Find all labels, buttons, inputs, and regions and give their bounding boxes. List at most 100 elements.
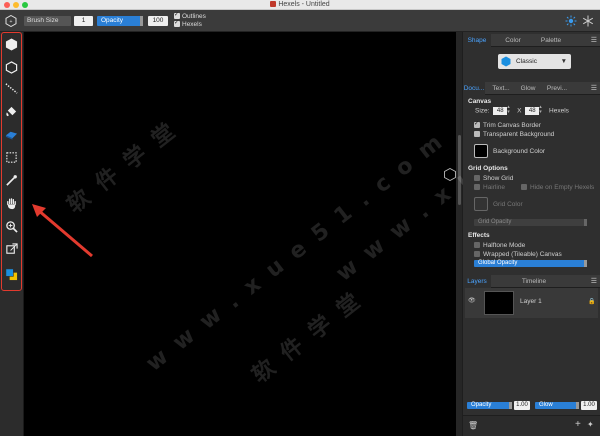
color-swatch-icon: [5, 268, 17, 280]
tab-shape[interactable]: Shape: [463, 34, 491, 47]
show-grid-check-icon[interactable]: [474, 175, 480, 181]
panel-menu-icon[interactable]: ☰: [591, 84, 597, 92]
transparent-background-checkbox[interactable]: Transparent Background: [474, 131, 554, 138]
line-tool[interactable]: [3, 80, 19, 96]
trim-canvas-border-checkbox[interactable]: Trim Canvas Border: [474, 120, 541, 129]
document-panel-tabs: Docu... Text... Glow Previ... ☰: [463, 82, 600, 95]
opacity-slider-knob[interactable]: [140, 16, 143, 26]
hide-on-empty-check-icon[interactable]: [521, 184, 527, 190]
layers-panel-tabs: Layers Timeline ☰: [463, 275, 600, 288]
grid-color-swatch[interactable]: [474, 197, 488, 211]
sparkle-icon[interactable]: ✦: [587, 420, 594, 429]
halftone-check-icon[interactable]: [474, 242, 480, 248]
hexagon-filled-icon: [5, 37, 17, 51]
right-panel: Shape Color Palette ☰ Classic ▼ Docu... …: [463, 32, 600, 436]
background-color-swatch[interactable]: [474, 144, 488, 158]
tab-document[interactable]: Docu...: [463, 82, 485, 95]
tab-text[interactable]: Text...: [490, 82, 512, 95]
tab-preview[interactable]: Previ...: [545, 82, 569, 95]
hairline-label: Hairline: [483, 184, 506, 191]
size-x-label: X: [517, 107, 522, 115]
trim-canvas-border-label: Trim Canvas Border: [483, 122, 541, 129]
layer-opacity-input[interactable]: 1.00: [514, 401, 530, 410]
svg-text:+: +: [10, 19, 13, 25]
tab-timeline[interactable]: Timeline: [518, 275, 550, 288]
layer-glow-knob[interactable]: [576, 402, 579, 409]
tab-palette[interactable]: Palette: [538, 34, 564, 47]
layer-opacity-knob[interactable]: [509, 402, 512, 409]
title-bar: Hexels - Untitled: [0, 0, 600, 10]
layer-thumbnail: [484, 291, 514, 315]
eraser-tool[interactable]: [3, 126, 19, 142]
add-layer-icon[interactable]: +: [575, 419, 581, 430]
layer-opacity-slider[interactable]: Opacity: [467, 402, 512, 409]
hairline-check-icon[interactable]: [474, 184, 480, 190]
hexagon-tool[interactable]: [3, 36, 19, 52]
grid-opacity-knob[interactable]: [584, 219, 587, 226]
shape-hexagon-icon: [501, 56, 511, 67]
hexels-checkbox[interactable]: Hexels: [174, 19, 202, 28]
transform-icon: [5, 242, 18, 254]
window-title-text: Hexels - Untitled: [278, 1, 330, 8]
zoom-tool[interactable]: [3, 218, 19, 234]
brush-hexagon-icon: +: [5, 15, 17, 27]
shape-dropdown[interactable]: Classic ▼: [498, 54, 571, 69]
layer-glow-slider[interactable]: Glow: [535, 402, 579, 409]
hand-icon: [6, 197, 16, 209]
transform-tool[interactable]: [3, 241, 19, 257]
layer-glow-label: Glow: [539, 402, 553, 408]
fill-tool[interactable]: [3, 103, 19, 119]
wrapped-check-icon[interactable]: [474, 251, 480, 257]
layer-name: Layer 1: [520, 298, 542, 305]
halftone-mode-checkbox[interactable]: Halftone Mode: [474, 242, 525, 249]
global-opacity-slider[interactable]: Global Opacity: [474, 260, 587, 267]
transparent-background-label: Transparent Background: [483, 131, 555, 138]
layer-visibility-icon[interactable]: 👁: [468, 297, 476, 304]
canvas-section-title: Canvas: [468, 98, 492, 105]
canvas-size-row: Size: 48 X 48 Hexels: [475, 104, 569, 115]
snowflake-icon[interactable]: [582, 15, 594, 27]
lock-icon[interactable]: 🔒: [588, 298, 595, 305]
brush-size-input[interactable]: 1: [74, 16, 93, 26]
grid-opacity-slider[interactable]: Grid Opacity: [474, 219, 587, 226]
shape-panel-tabs: Shape Color Palette ☰: [463, 34, 600, 47]
show-grid-checkbox[interactable]: Show Grid: [474, 175, 513, 182]
hand-tool[interactable]: [3, 195, 19, 211]
transparent-check-icon[interactable]: [474, 131, 480, 137]
hexels-check-icon[interactable]: [174, 19, 180, 27]
select-tool[interactable]: [3, 149, 19, 165]
size-label: Size:: [475, 107, 490, 115]
opacity-input[interactable]: 100: [148, 16, 168, 26]
app-icon: [270, 1, 277, 7]
wrapped-canvas-checkbox[interactable]: Wrapped (Tileable) Canvas: [474, 251, 562, 258]
trim-check-icon[interactable]: [474, 120, 480, 128]
tab-color[interactable]: Color: [501, 34, 525, 47]
canvas-height-input[interactable]: 48: [525, 107, 540, 115]
sun-settings-icon[interactable]: [565, 15, 577, 27]
tab-glow[interactable]: Glow: [519, 82, 537, 95]
eyedropper-tool[interactable]: [3, 172, 19, 188]
layer-glow-input[interactable]: 1.00: [581, 401, 597, 410]
hexagon-outline-tool[interactable]: [3, 59, 19, 75]
hide-on-empty-checkbox[interactable]: Hide on Empty Hexels: [521, 184, 594, 191]
grid-opacity-label: Grid Opacity: [478, 219, 512, 225]
color-swatch[interactable]: [3, 266, 19, 282]
width-stepper[interactable]: [507, 104, 512, 115]
layer-opacity-label: Opacity: [471, 402, 492, 408]
canvas-width-input[interactable]: 48: [493, 107, 508, 115]
show-grid-label: Show Grid: [483, 175, 514, 182]
canvas-scroll-track: [456, 32, 462, 436]
opacity-slider[interactable]: Opacity: [97, 16, 143, 26]
global-opacity-label: Global Opacity: [478, 260, 518, 266]
tab-layers[interactable]: Layers: [463, 275, 491, 288]
global-opacity-knob[interactable]: [584, 260, 587, 267]
window-title: Hexels - Untitled: [0, 1, 600, 8]
panel-menu-icon[interactable]: ☰: [591, 36, 597, 44]
height-stepper[interactable]: [539, 104, 544, 115]
background-color-label: Background Color: [493, 148, 546, 155]
panel-menu-icon[interactable]: ☰: [591, 277, 597, 285]
trash-icon[interactable]: 🗑: [468, 421, 478, 430]
top-toolbar: + Brush Size 1 Opacity 100 Outlines Hexe…: [0, 10, 600, 32]
hairline-checkbox[interactable]: Hairline: [474, 184, 505, 191]
shape-dropdown-value: Classic: [516, 58, 537, 65]
